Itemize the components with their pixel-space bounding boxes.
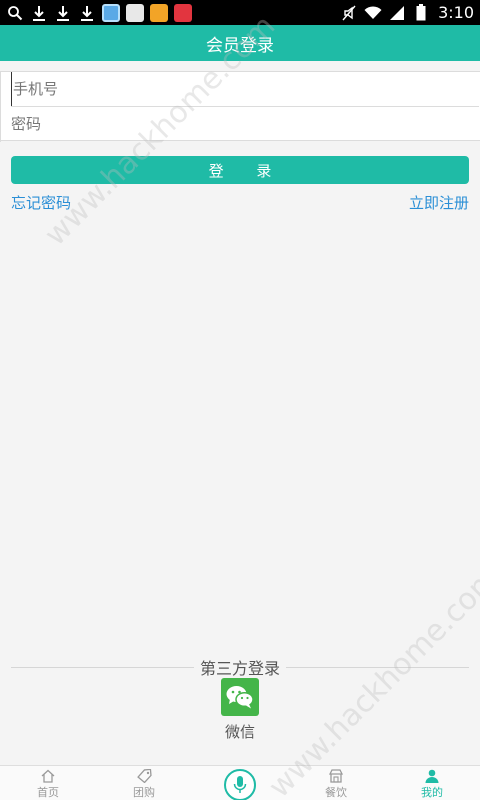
download-icon (78, 4, 96, 22)
nav-item-dining[interactable]: 餐饮 (288, 766, 384, 800)
wifi-icon (364, 4, 382, 22)
app-icon-4 (174, 3, 192, 22)
nav-label-home: 首页 (37, 786, 59, 799)
mic-icon (233, 776, 247, 793)
nav-item-mine[interactable]: 我的 (384, 766, 480, 800)
divider-line-right (286, 666, 470, 668)
status-bar: 3:10 (0, 0, 480, 25)
app-icon-2 (126, 3, 144, 22)
wechat-login-button[interactable] (221, 678, 259, 716)
download-icon (30, 4, 48, 22)
third-party-title: 第三方登录 (200, 659, 281, 678)
restaurant-icon (328, 769, 344, 783)
nav-label-dining: 餐饮 (325, 786, 347, 799)
forgot-password-link[interactable]: 忘记密码 (11, 192, 71, 213)
divider-line-left (11, 666, 194, 668)
title-bar: 会员登录 (0, 25, 480, 61)
wechat-icon (226, 686, 254, 709)
third-party-divider: 第三方登录 (11, 656, 470, 678)
mute-icon (340, 4, 358, 22)
login-button[interactable]: 登 录 (11, 156, 469, 184)
wechat-label: 微信 (224, 723, 255, 741)
tag-icon (137, 769, 152, 783)
nav-item-group-buy[interactable]: 团购 (96, 766, 192, 800)
status-time: 3:10 (438, 3, 474, 22)
nav-item-home[interactable]: 首页 (0, 766, 96, 800)
battery-icon (412, 4, 430, 22)
phone-input[interactable] (11, 72, 479, 106)
password-row (11, 107, 479, 141)
app-icon-1 (102, 3, 120, 22)
phone-row (11, 72, 479, 107)
nav-label-mine: 我的 (421, 786, 443, 799)
app-icon-3 (150, 3, 168, 22)
register-link[interactable]: 立即注册 (409, 192, 469, 213)
nav-item-voice[interactable] (192, 766, 288, 800)
signal-icon (388, 4, 406, 22)
user-icon (425, 769, 439, 783)
login-form (0, 71, 480, 142)
home-icon (41, 769, 55, 783)
download-icon (54, 4, 72, 22)
nav-label-group-buy: 团购 (133, 786, 155, 799)
form-left-edge (0, 72, 11, 142)
page-title: 会员登录 (206, 35, 274, 56)
bottom-nav: 首页 团购 餐饮 我的 (0, 765, 480, 800)
status-bar-right: 3:10 (340, 0, 474, 25)
status-bar-left (6, 0, 192, 25)
search-icon (6, 4, 24, 22)
voice-button[interactable] (224, 769, 256, 800)
password-input[interactable] (11, 107, 479, 141)
